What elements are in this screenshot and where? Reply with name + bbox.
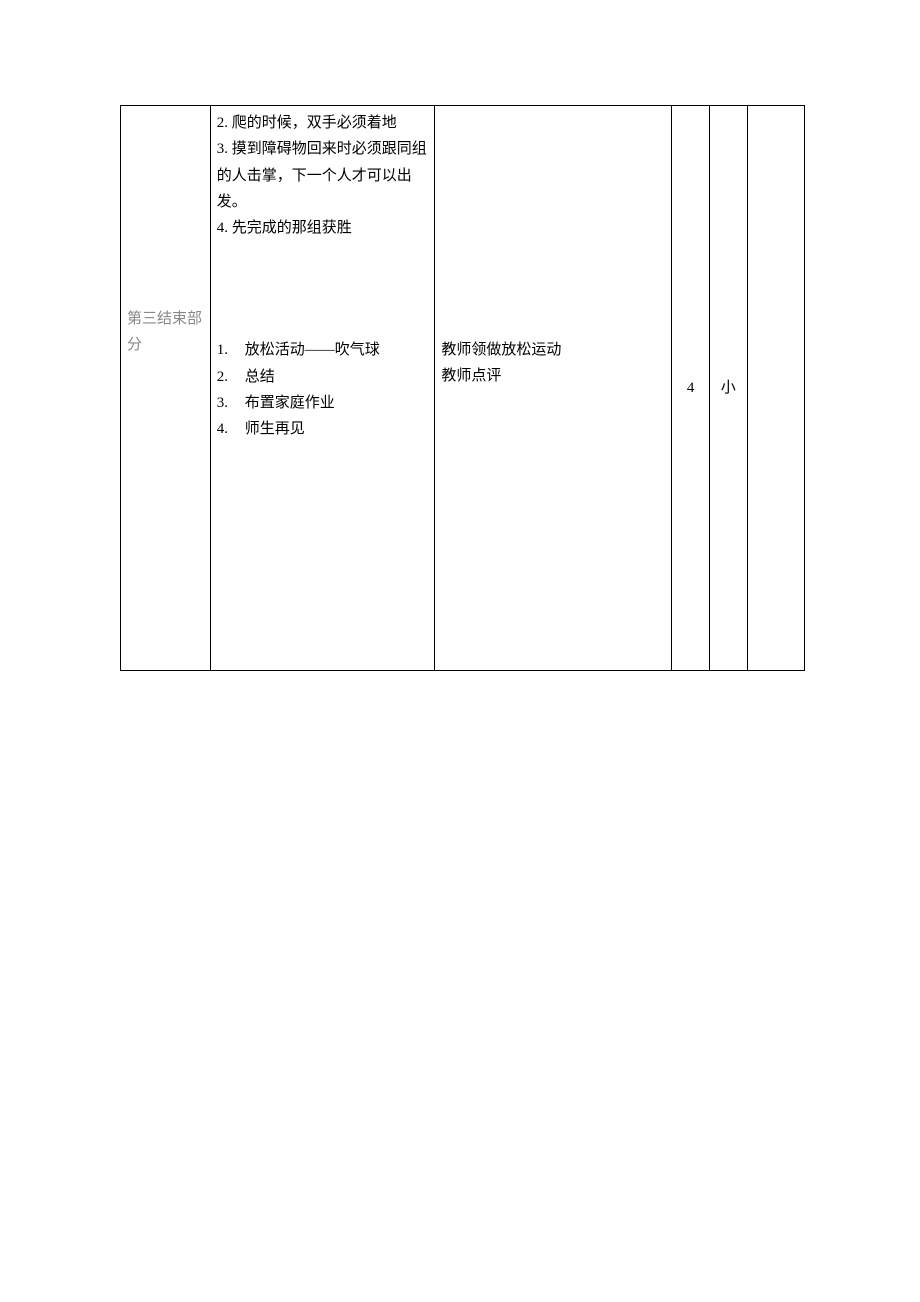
time-value: 4	[678, 375, 703, 401]
intensity-cell: 小	[709, 106, 747, 671]
list-item: 3. 布置家庭作业	[217, 390, 429, 416]
rule-item: 4. 先完成的那组获胜	[217, 215, 429, 241]
lesson-plan-table: 第三结束部分 2. 爬的时候，双手必须着地 3. 摸到障碍物回来时必须跟同组的人…	[120, 105, 805, 671]
time-cell: 4	[672, 106, 710, 671]
table-row: 第三结束部分 2. 爬的时候，双手必须着地 3. 摸到障碍物回来时必须跟同组的人…	[121, 106, 805, 671]
intensity-value: 小	[716, 375, 741, 401]
content-cell: 2. 爬的时候，双手必须着地 3. 摸到障碍物回来时必须跟同组的人击掌，下一个人…	[210, 106, 435, 671]
item-number: 4.	[217, 416, 245, 442]
list-item: 4. 师生再见	[217, 416, 429, 442]
item-number: 1.	[217, 337, 245, 363]
teacher-activity-line: 教师点评	[441, 363, 665, 389]
list-item: 1. 放松活动——吹气球	[217, 337, 429, 363]
item-text: 师生再见	[245, 416, 305, 442]
empty-cell	[747, 106, 804, 671]
closing-activities-block: 1. 放松活动——吹气球 2. 总结 3. 布置家庭作业 4. 师生再见	[217, 337, 429, 442]
item-number: 3.	[217, 390, 245, 416]
teacher-activity-line: 教师领做放松运动	[441, 337, 665, 363]
teacher-activity-cell: 教师领做放松运动 教师点评	[435, 106, 672, 671]
rules-block: 2. 爬的时候，双手必须着地 3. 摸到障碍物回来时必须跟同组的人击掌，下一个人…	[217, 110, 429, 241]
section-label: 第三结束部分	[127, 306, 204, 359]
teacher-activity-block: 教师领做放松运动 教师点评	[441, 337, 665, 390]
rule-item: 3. 摸到障碍物回来时必须跟同组的人击掌，下一个人才可以出发。	[217, 136, 429, 215]
section-label-cell: 第三结束部分	[121, 106, 211, 671]
item-number: 2.	[217, 364, 245, 390]
rule-item: 2. 爬的时候，双手必须着地	[217, 110, 429, 136]
list-item: 2. 总结	[217, 364, 429, 390]
item-text: 放松活动——吹气球	[245, 337, 380, 363]
item-text: 布置家庭作业	[245, 390, 335, 416]
item-text: 总结	[245, 364, 275, 390]
